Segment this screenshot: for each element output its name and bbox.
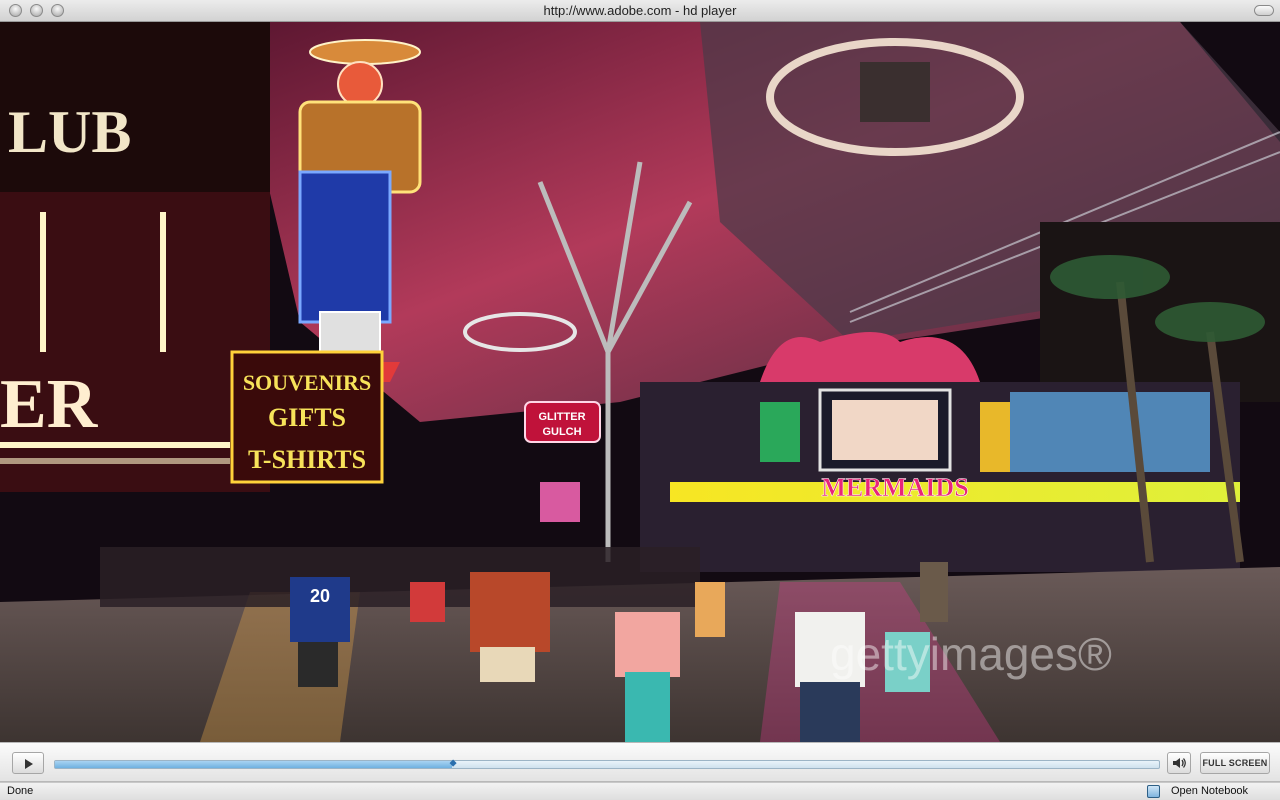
club-letters-sign: ER [0, 366, 99, 443]
speaker-icon [1173, 758, 1186, 768]
progress-bar[interactable] [54, 759, 1160, 769]
getty-watermark: gettyimages® [830, 628, 1112, 680]
svg-text:MERMAIDS: MERMAIDS [821, 473, 968, 502]
volume-button[interactable] [1167, 752, 1191, 774]
status-text: Done [7, 785, 34, 797]
status-bar: Done Open Notebook [0, 782, 1280, 800]
svg-text:GULCH: GULCH [542, 426, 581, 438]
progress-fill [55, 761, 453, 768]
video-frame: LUB ER SOUVENIRS GIFTS T-SHIRTS GLITTER … [0, 22, 1280, 742]
svg-text:GIFTS: GIFTS [268, 403, 346, 432]
toolbar-toggle-button[interactable] [1254, 5, 1274, 16]
play-button[interactable] [12, 752, 44, 774]
video-player[interactable]: LUB ER SOUVENIRS GIFTS T-SHIRTS GLITTER … [0, 22, 1280, 742]
play-icon [25, 759, 33, 769]
notebook-icon[interactable] [1147, 785, 1160, 798]
souvenirs-sign: SOUVENIRS GIFTS T-SHIRTS [230, 350, 384, 484]
svg-text:SOUVENIRS: SOUVENIRS [243, 370, 371, 395]
svg-text:T-SHIRTS: T-SHIRTS [248, 445, 366, 474]
club-sign-text: LUB [8, 99, 131, 165]
jersey-number: 20 [310, 586, 330, 606]
player-controls: FULL SCREEN [0, 742, 1280, 782]
title-bar: http://www.adobe.com - hd player [0, 0, 1280, 22]
open-notebook-link[interactable]: Open Notebook [1171, 785, 1248, 797]
progress-thumb[interactable] [449, 759, 458, 767]
fullscreen-button[interactable]: FULL SCREEN [1200, 752, 1270, 774]
window-title: http://www.adobe.com - hd player [543, 3, 737, 18]
svg-text:GLITTER: GLITTER [538, 411, 585, 423]
